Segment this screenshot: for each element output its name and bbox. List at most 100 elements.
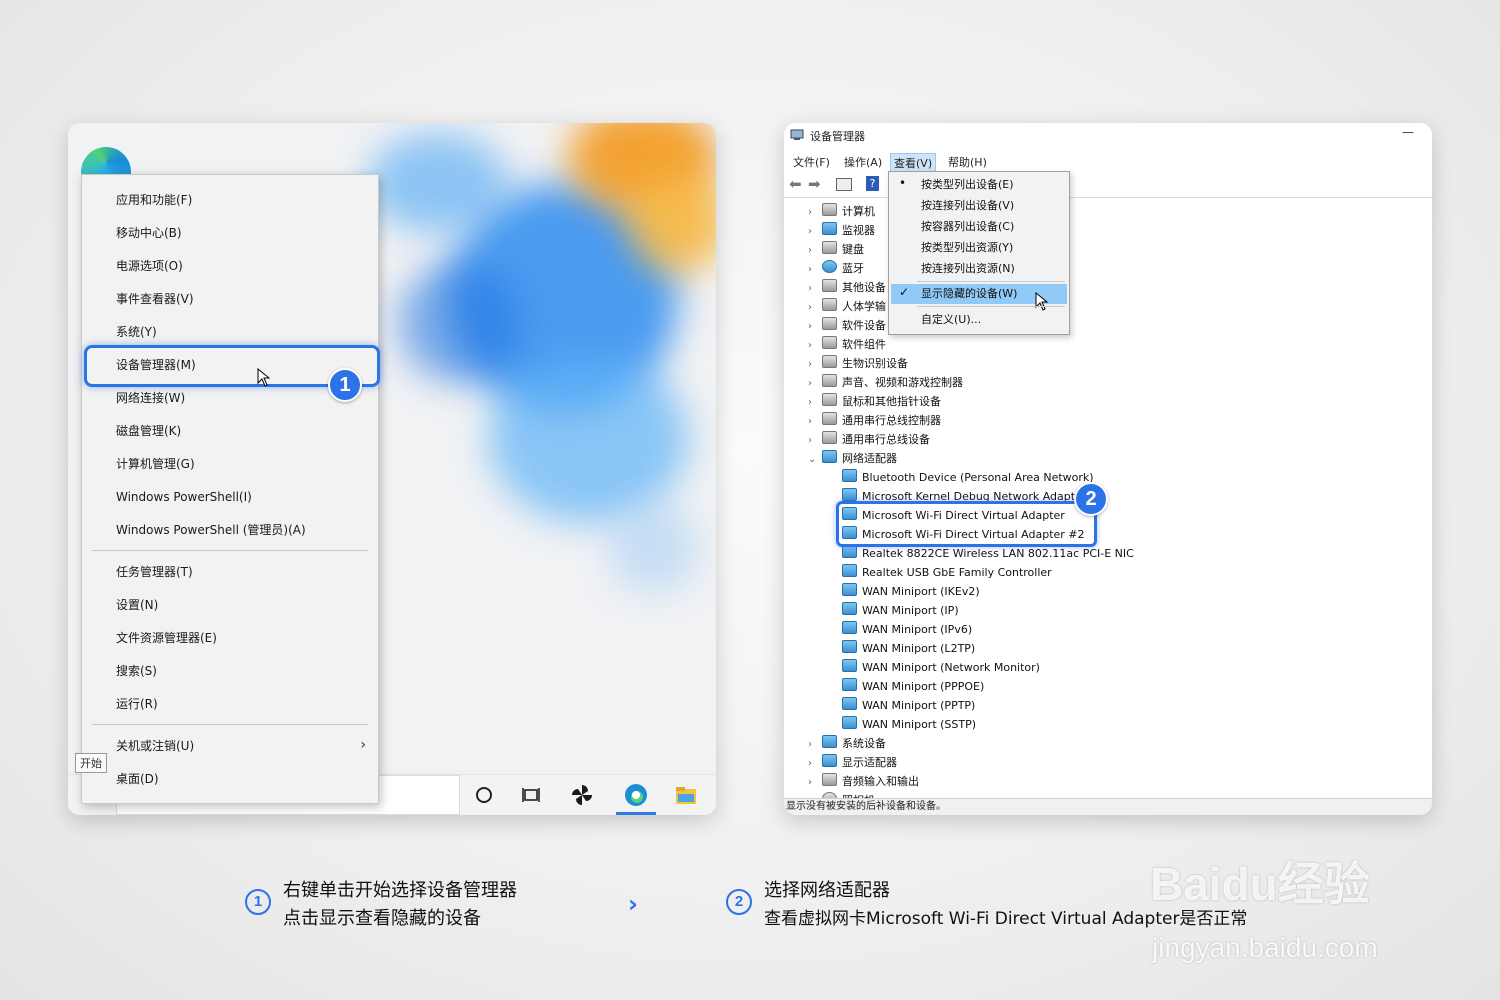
forward-arrow-icon[interactable]: ➡ — [808, 175, 821, 193]
tree-adapter-item[interactable]: Bluetooth Device (Personal Area Network) — [842, 469, 1094, 487]
tree-category[interactable]: › 其他设备 — [808, 279, 886, 297]
tree-category[interactable]: › 软件设备 — [808, 317, 886, 335]
network-card-icon — [842, 678, 857, 691]
file-explorer-icon[interactable] — [672, 781, 700, 809]
caption-step-1-line-2: 点击显示查看隐藏的设备 — [283, 908, 481, 929]
menu-help[interactable]: 帮助(H) — [945, 153, 990, 171]
network-card-icon — [842, 583, 857, 596]
tree-adapter-item[interactable]: WAN Miniport (L2TP) — [842, 640, 975, 658]
menu-separator — [92, 550, 368, 551]
tree-adapter-item[interactable]: WAN Miniport (IKEv2) — [842, 583, 980, 601]
menu-item-computer-management[interactable]: 计算机管理(G) — [82, 449, 378, 479]
menu-item-apps-features[interactable]: 应用和功能(F) — [82, 185, 378, 215]
view-menu-dropdown: • 按类型列出设备(E) 按连接列出设备(V) 按容器列出设备(C) 按类型列出… — [888, 171, 1070, 335]
tree-category[interactable]: › 生物识别设备 — [808, 355, 908, 373]
toolbar: ⬅ ➡ ? — [784, 173, 1432, 198]
tree-category[interactable]: › 人体学输 — [808, 298, 886, 316]
menu-view[interactable]: 查看(V) — [890, 153, 937, 173]
winx-context-menu: 应用和功能(F) 移动中心(B) 电源选项(O) 事件查看器(V) 系统(Y) … — [81, 174, 380, 804]
menu-item-power-options[interactable]: 电源选项(O) — [82, 251, 378, 281]
audio-io-icon — [822, 773, 837, 786]
menu-separator — [917, 306, 1065, 307]
cortana-icon[interactable] — [470, 781, 498, 809]
caption-step-1-number: 1 — [245, 889, 271, 915]
help-icon[interactable]: ? — [866, 176, 879, 191]
tree-category-network-adapters[interactable]: ⌄ 网络适配器 — [808, 450, 897, 468]
app-pinwheel-icon[interactable] — [568, 781, 596, 809]
tree-adapter-item[interactable]: WAN Miniport (IP) — [842, 602, 959, 620]
resources-by-type[interactable]: 按类型列出资源(Y) — [889, 238, 1069, 258]
caption-step-1-line-1: 右键单击开始选择设备管理器 — [283, 880, 517, 901]
resources-by-connection[interactable]: 按连接列出资源(N) — [889, 259, 1069, 279]
tree-adapter-item[interactable]: WAN Miniport (IPv6) — [842, 621, 972, 639]
tree-adapter-item[interactable]: WAN Miniport (Network Monitor) — [842, 659, 1040, 677]
menu-item-event-viewer[interactable]: 事件查看器(V) — [82, 284, 378, 314]
caption-step-2-line-1: 选择网络适配器 — [764, 880, 890, 901]
tree-category[interactable]: › 蓝牙 — [808, 260, 864, 278]
tree-category[interactable]: › 显示适配器 — [808, 754, 897, 772]
display-adapter-icon — [822, 754, 837, 767]
menu-item-settings[interactable]: 设置(N) — [82, 590, 378, 620]
properties-icon[interactable] — [836, 178, 852, 191]
network-card-icon — [842, 488, 857, 501]
menu-item-run[interactable]: 运行(R) — [82, 689, 378, 719]
network-card-icon — [842, 602, 857, 615]
tree-adapter-item[interactable]: WAN Miniport (PPPOE) — [842, 678, 984, 696]
right-screenshot-panel: 设备管理器 — 文件(F) 操作(A) 查看(V) 帮助(H) ⬅ ➡ ? › 计… — [784, 123, 1432, 815]
device-tree: › 计算机 › 监视器 › 键盘 › 蓝牙 › 其他设备 › 人体学输 › 软件设备 › 软件组… — [784, 199, 1432, 807]
menu-item-mobility-center[interactable]: 移动中心(B) — [82, 218, 378, 248]
network-card-icon — [842, 716, 857, 729]
step-badge-2: 2 — [1074, 482, 1108, 516]
mouse-cursor-icon — [1035, 292, 1049, 311]
tree-category[interactable]: › 通用串行总线控制器 — [808, 412, 941, 430]
menu-item-powershell[interactable]: Windows PowerShell(I) — [82, 482, 378, 512]
tree-adapter-item[interactable]: Realtek 8822CE Wireless LAN 802.11ac PCI… — [842, 545, 1134, 563]
view-by-container[interactable]: 按容器列出设备(C) — [889, 217, 1069, 237]
usb-device-icon — [822, 431, 837, 444]
usb-icon — [822, 412, 837, 425]
tree-category[interactable]: › 鼠标和其他指针设备 — [808, 393, 941, 411]
menu-item-task-manager[interactable]: 任务管理器(T) — [82, 557, 378, 587]
customize-view[interactable]: 自定义(U)... — [889, 310, 1069, 330]
menu-separator — [917, 281, 1065, 282]
network-card-icon — [842, 564, 857, 577]
speaker-icon — [822, 374, 837, 387]
tree-category[interactable]: › 计算机 — [808, 203, 875, 221]
tree-adapter-item[interactable]: Realtek USB GbE Family Controller — [842, 564, 1052, 582]
menu-item-powershell-admin[interactable]: Windows PowerShell (管理员)(A) — [82, 515, 378, 545]
menu-item-file-explorer[interactable]: 文件资源管理器(E) — [82, 623, 378, 653]
menu-item-system[interactable]: 系统(Y) — [82, 317, 378, 347]
network-card-icon — [842, 621, 857, 634]
tree-category[interactable]: › 键盘 — [808, 241, 864, 259]
menu-item-shutdown[interactable]: 关机或注销(U) — [82, 731, 378, 761]
tree-category[interactable]: › 软件组件 — [808, 336, 886, 354]
tree-category[interactable]: › 声音、视频和游戏控制器 — [808, 374, 963, 392]
tree-adapter-item[interactable]: WAN Miniport (SSTP) — [842, 716, 976, 734]
view-by-type[interactable]: 按类型列出设备(E) — [889, 175, 1069, 195]
baidu-watermark: Baidu经验 — [1150, 858, 1370, 910]
tree-adapter-item[interactable]: WAN Miniport (PPTP) — [842, 697, 975, 715]
menu-item-desktop[interactable]: 桌面(D) — [82, 764, 378, 794]
edge-taskbar-icon[interactable] — [622, 781, 650, 809]
tree-category[interactable]: › 音频输入和输出 — [808, 773, 919, 791]
mouse-icon — [822, 393, 837, 406]
view-by-connection[interactable]: 按连接列出设备(V) — [889, 196, 1069, 216]
network-card-icon — [842, 469, 857, 482]
bluetooth-icon — [822, 260, 837, 273]
menu-bar: 文件(F) 操作(A) 查看(V) 帮助(H) — [784, 151, 1432, 173]
task-view-icon[interactable] — [518, 781, 546, 809]
menu-item-disk-management[interactable]: 磁盘管理(K) — [82, 416, 378, 446]
menu-file[interactable]: 文件(F) — [790, 153, 833, 171]
tree-category[interactable]: › 监视器 — [808, 222, 875, 240]
baidu-watermark-url: jingyan.baidu.com — [1152, 932, 1378, 963]
tree-category[interactable]: › 通用串行总线设备 — [808, 431, 930, 449]
minimize-button[interactable]: — — [1402, 125, 1414, 139]
network-card-icon — [842, 697, 857, 710]
menu-item-search[interactable]: 搜索(S) — [82, 656, 378, 686]
back-arrow-icon[interactable]: ⬅ — [789, 175, 802, 193]
device-manager-titlebar: 设备管理器 — — [784, 123, 1432, 149]
tree-category[interactable]: › 系统设备 — [808, 735, 886, 753]
active-app-indicator — [616, 812, 656, 815]
menu-action[interactable]: 操作(A) — [841, 153, 885, 171]
start-tooltip: 开始 — [75, 753, 107, 773]
